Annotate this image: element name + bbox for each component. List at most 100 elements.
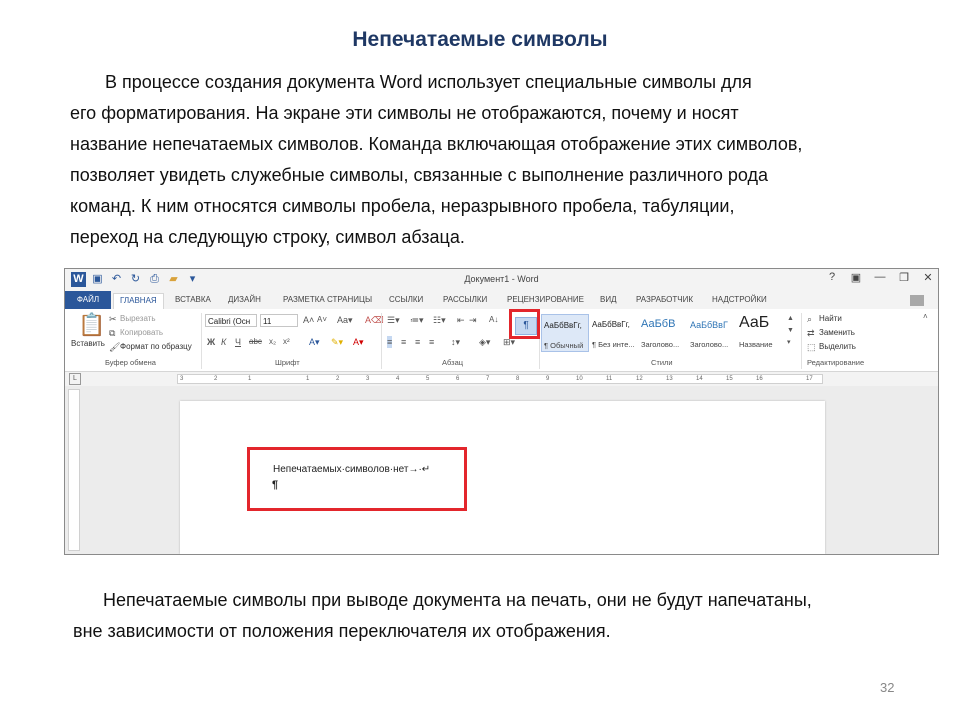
ribbon-tabs: ФАЙЛ ГЛАВНАЯ ВСТАВКА ДИЗАЙН РАЗМЕТКА СТР…: [65, 291, 938, 310]
copy-icon: ⧉: [109, 328, 116, 338]
paragraph-intro-line: команд. К ним относятся символы пробела,…: [70, 196, 735, 216]
select-button[interactable]: Выделить: [819, 342, 856, 351]
select-icon: ⬚: [807, 342, 816, 352]
tab-mailings[interactable]: РАССЫЛКИ: [443, 293, 487, 309]
styles-more-icon[interactable]: ▾: [787, 337, 791, 349]
style-heading-1[interactable]: АаБбВ Заголово...: [639, 314, 687, 352]
superscript-icon[interactable]: x²: [283, 336, 290, 348]
decrease-indent-icon[interactable]: ⇤: [457, 314, 465, 326]
ruler-mark: 16: [756, 376, 763, 382]
style-name: ¶ Без инте...: [592, 340, 635, 349]
style-name: ¶ Обычный: [544, 341, 584, 350]
ruler-mark: 1: [306, 376, 310, 382]
vertical-ruler[interactable]: [68, 389, 80, 551]
cut-button[interactable]: Вырезать: [120, 314, 156, 323]
align-left-icon[interactable]: ≡: [387, 336, 393, 348]
tab-insert[interactable]: ВСТАВКА: [175, 293, 211, 309]
style-heading-2[interactable]: АаБбВвГ Заголово...: [688, 314, 736, 352]
paragraph-note-line: Непечатаемые символы при выводе документ…: [103, 590, 812, 610]
tab-design[interactable]: ДИЗАЙН: [228, 293, 261, 309]
style-sample: АаБбВвГг,: [592, 320, 630, 329]
bold-icon[interactable]: Ж: [207, 336, 215, 348]
ruler-mark: 3: [180, 376, 184, 382]
help-button[interactable]: ?: [826, 271, 838, 284]
format-painter-button[interactable]: Формат по образцу: [120, 342, 192, 351]
align-right-icon[interactable]: ≡: [415, 336, 420, 348]
underline-icon[interactable]: Ч: [235, 336, 241, 348]
paragraph-intro-line: название непечатаемых символов. Команда …: [70, 134, 803, 154]
maximize-button[interactable]: ❐: [898, 271, 910, 284]
title-bar: W ▣ ↶ ↻ ⎙ ▰ ▾ Документ1 - Word ? ▣ — ❐ ✕: [65, 269, 938, 291]
scissors-icon: ✂: [109, 314, 117, 324]
tab-addins[interactable]: НАДСТРОЙКИ: [712, 293, 767, 309]
group-label-editing: Редактирование: [807, 358, 865, 367]
close-button[interactable]: ✕: [922, 271, 934, 284]
shading-icon[interactable]: ◈▾: [479, 336, 490, 348]
ruler-mark: 15: [726, 376, 733, 382]
ruler-mark: 9: [546, 376, 550, 382]
brush-icon: 🖌: [109, 342, 121, 352]
italic-icon[interactable]: К: [221, 336, 226, 348]
increase-indent-icon[interactable]: ⇥: [469, 314, 477, 326]
tab-layout[interactable]: РАЗМЕТКА СТРАНИЦЫ: [283, 293, 372, 309]
tab-references[interactable]: ССЫЛКИ: [389, 293, 423, 309]
page-number: 32: [880, 680, 895, 695]
tab-file[interactable]: ФАЙЛ: [65, 291, 111, 309]
style-title[interactable]: АаБ Название: [737, 314, 785, 352]
font-name-select[interactable]: Calibri (Осн: [205, 314, 257, 327]
shrink-font-icon[interactable]: A˅: [317, 314, 327, 326]
style-sample: АаБбВ: [641, 318, 676, 330]
ruler-mark: 10: [576, 376, 583, 382]
style-sample: АаБ: [739, 314, 770, 331]
ruler-mark: 6: [456, 376, 460, 382]
multilevel-list-icon[interactable]: ☷▾: [433, 314, 446, 326]
ribbon-display-button[interactable]: ▣: [850, 271, 862, 284]
tab-view[interactable]: ВИД: [600, 293, 617, 309]
ruler-mark: 5: [426, 376, 430, 382]
horizontal-ruler[interactable]: 3 2 1 1 2 3 4 5 6 7 8 9 10 11 12 13 14 1…: [177, 374, 823, 384]
grow-font-icon[interactable]: A˄: [303, 314, 314, 326]
sort-icon[interactable]: A↓: [489, 314, 498, 326]
find-button[interactable]: Найти: [819, 314, 842, 323]
slide-title: Непечатаемые символы: [352, 28, 608, 51]
ruler-mark: 14: [696, 376, 703, 382]
tab-selector-icon[interactable]: L: [69, 373, 81, 385]
ruler-mark: 7: [486, 376, 490, 382]
bullets-icon[interactable]: ☰▾: [387, 314, 400, 326]
account-icon[interactable]: [910, 295, 924, 306]
style-normal[interactable]: АаБбВвГг, ¶ Обычный: [541, 314, 589, 352]
window-title: Документ1 - Word: [464, 274, 539, 284]
ruler-mark: 12: [636, 376, 643, 382]
ruler-mark: 11: [606, 376, 613, 382]
tab-home[interactable]: ГЛАВНАЯ: [113, 293, 164, 310]
replace-button[interactable]: Заменить: [819, 328, 855, 337]
tab-review[interactable]: РЕЦЕНЗИРОВАНИЕ: [507, 293, 584, 309]
find-icon: ⌕: [807, 314, 813, 324]
collapse-ribbon-icon[interactable]: ˄: [923, 311, 928, 323]
group-label-paragraph: Абзац: [442, 358, 464, 367]
justify-icon[interactable]: ≡: [429, 336, 434, 348]
group-separator: [201, 313, 202, 369]
paragraph-intro-line: переход на следующую строку, символ абза…: [70, 227, 465, 247]
style-no-spacing[interactable]: АаБбВвГг, ¶ Без инте...: [590, 314, 638, 352]
numbering-icon[interactable]: ≔▾: [410, 314, 424, 326]
font-size-select[interactable]: 11: [260, 314, 298, 327]
change-case-icon[interactable]: Aa▾: [337, 314, 353, 326]
paragraph-intro-line: позволяет увидеть служебные символы, свя…: [70, 165, 769, 185]
tab-developer[interactable]: РАЗРАБОТЧИК: [636, 293, 693, 309]
paragraph-note-line: вне зависимости от положения переключате…: [73, 621, 611, 641]
align-center-icon[interactable]: ≡: [401, 336, 406, 348]
styles-scroll-down-icon[interactable]: ▼: [787, 325, 794, 337]
highlight-icon[interactable]: ✎▾: [331, 336, 343, 348]
ruler-mark: 3: [366, 376, 370, 382]
text-effects-icon[interactable]: A▾: [309, 336, 320, 348]
group-label-clipboard: Буфер обмена: [105, 358, 156, 367]
minimize-button[interactable]: —: [874, 271, 886, 284]
styles-scroll-up-icon[interactable]: ▲: [787, 313, 794, 325]
line-spacing-icon[interactable]: ↕▾: [451, 336, 460, 348]
paste-button[interactable]: Вставить: [71, 339, 105, 348]
subscript-icon[interactable]: x₂: [269, 336, 276, 348]
copy-button[interactable]: Копировать: [120, 328, 163, 337]
strikethrough-icon[interactable]: abc: [249, 336, 262, 348]
font-color-icon[interactable]: A▾: [353, 336, 364, 348]
